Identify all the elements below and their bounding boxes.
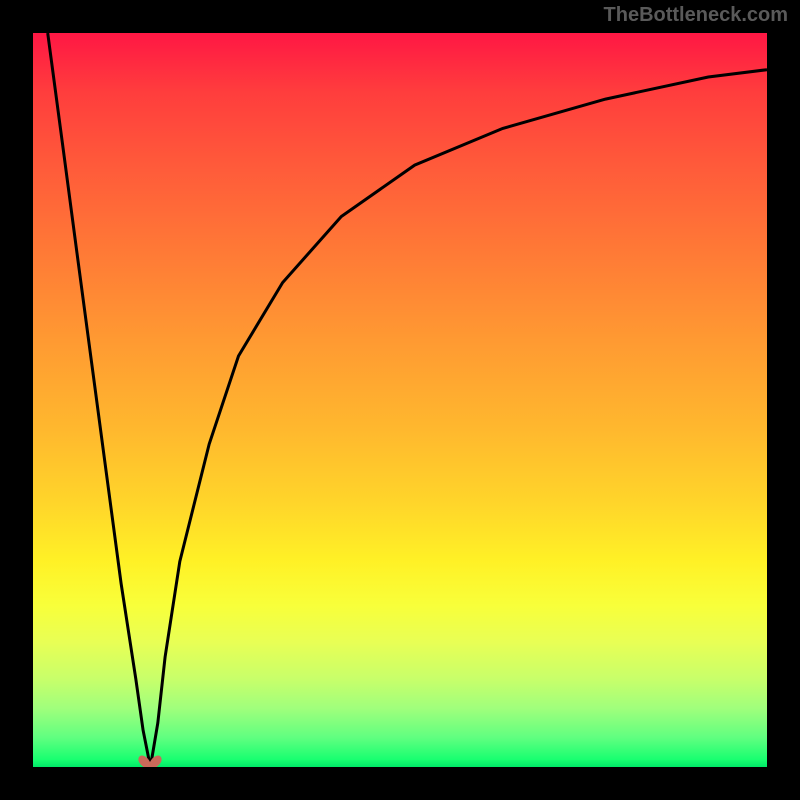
plot-area	[33, 33, 767, 767]
watermark-text: TheBottleneck.com	[604, 4, 788, 27]
curve-path	[48, 33, 767, 767]
chart-frame: TheBottleneck.com	[0, 0, 800, 800]
heart-marker	[136, 753, 164, 767]
bottleneck-curve	[33, 33, 767, 767]
